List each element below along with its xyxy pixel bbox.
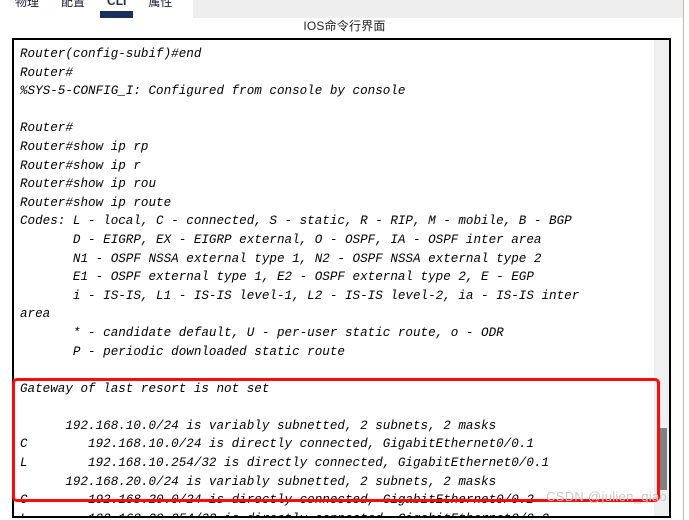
- terminal-line: Router#show ip rp: [20, 139, 149, 154]
- tab-cli[interactable]: CLI: [96, 0, 137, 18]
- device-tab-strip: 物理 配置 CLI 属性: [0, 0, 689, 18]
- terminal-line: Router#show ip route: [20, 195, 172, 210]
- terminal-line: P - periodic downloaded static route: [20, 344, 345, 359]
- panel-title: IOS命令行界面: [303, 19, 386, 33]
- terminal-line: C 192.168.10.0/24 is directly connected,…: [20, 437, 534, 452]
- terminal-frame: Router(config-subif)#end Router# %SYS-5-CO…: [12, 38, 671, 518]
- terminal-line: L 192.168.20.254/32 is directly connecte…: [20, 510, 654, 516]
- tab-attributes[interactable]: 属性: [137, 0, 183, 14]
- tab-strip-filler: [193, 0, 689, 18]
- terminal-line: L 192.168.10.254/32 is directly connecte…: [20, 456, 550, 471]
- cli-output[interactable]: Router(config-subif)#end Router# %SYS-5-CO…: [14, 40, 654, 516]
- terminal-line: Router(config-subif)#end: [20, 47, 202, 61]
- terminal-line: D - EIGRP, EX - EIGRP external, O - OSPF…: [20, 232, 542, 247]
- tab-config-label: 配置: [61, 0, 86, 9]
- terminal-line: %SYS-5-CONFIG_I: Configured from console…: [20, 84, 406, 99]
- terminal-line: Router#: [20, 121, 73, 136]
- page-edge: [683, 0, 689, 520]
- terminal-line: area: [20, 307, 51, 322]
- terminal-line: i - IS-IS, L1 - IS-IS level-1, L2 - IS-I…: [20, 288, 580, 303]
- tab-config[interactable]: 配置: [50, 0, 96, 14]
- terminal-line: Router#: [20, 65, 73, 80]
- cli-panel: 物理 配置 CLI 属性 IOS命令行界面 Router(config-subi…: [0, 0, 689, 520]
- vertical-scrollbar[interactable]: [654, 40, 669, 516]
- terminal-line: * - candidate default, U - per-user stat…: [20, 325, 504, 340]
- watermark: CSDN @julien_qiao: [546, 489, 667, 504]
- terminal-line: 192.168.10.0/24 is variably subnetted, 2…: [20, 418, 497, 433]
- terminal-line: Gateway of last resort is not set: [20, 381, 270, 396]
- terminal-line: Router#show ip r: [20, 158, 141, 173]
- terminal-line: E1 - OSPF external type 1, E2 - OSPF ext…: [20, 270, 534, 285]
- terminal-line: N1 - OSPF NSSA external type 1, N2 - OSP…: [20, 251, 542, 266]
- terminal-line: Router#show ip rou: [20, 177, 157, 192]
- terminal-line: Codes: L - local, C - connected, S - sta…: [20, 214, 572, 229]
- tab-physical[interactable]: 物理: [4, 0, 50, 14]
- tab-physical-label: 物理: [15, 0, 40, 9]
- tab-cli-label: CLI: [107, 0, 127, 8]
- vertical-scroll-thumb[interactable]: [658, 428, 667, 490]
- tab-attributes-label: 属性: [148, 0, 173, 9]
